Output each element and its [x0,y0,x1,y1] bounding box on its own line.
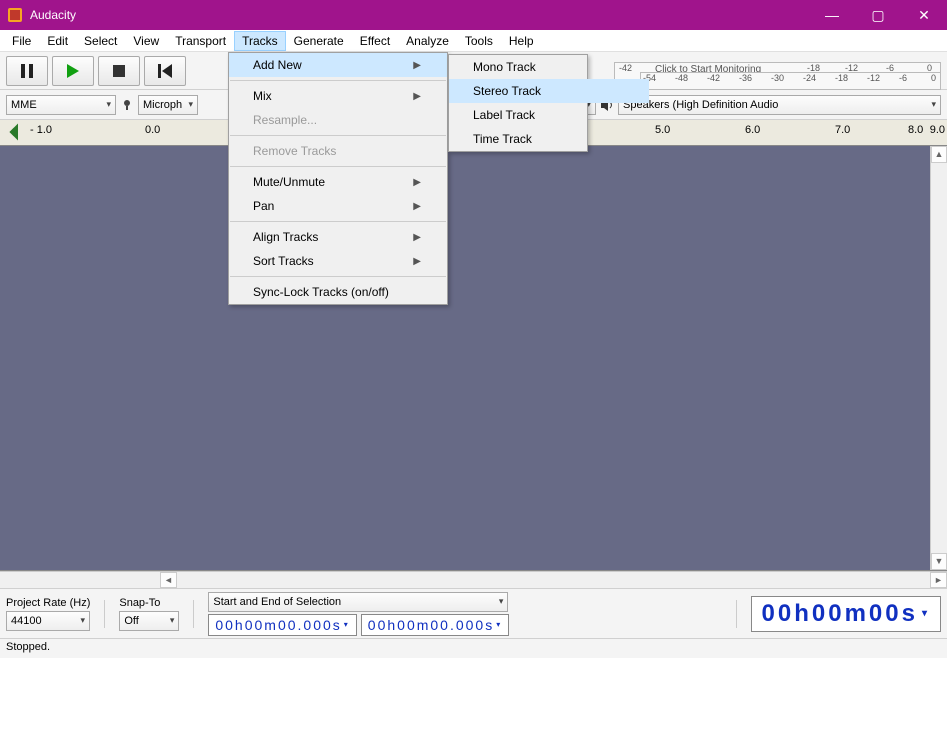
rec-meter-tick: -6 [886,63,894,73]
minimize-button[interactable]: — [809,0,855,30]
menu-file[interactable]: File [4,31,39,51]
ruler-tick: 7.0 [835,124,850,136]
project-rate-combo[interactable]: 44100 [6,611,90,631]
selection-toolbar: Project Rate (Hz) 44100 Snap-To Off Star… [0,588,947,638]
pause-button[interactable] [6,56,48,86]
ruler-tick: - 1.0 [30,124,52,136]
audio-position-time[interactable]: 00h00m00s▾ [751,596,941,632]
project-rate-label: Project Rate (Hz) [6,597,90,609]
menu-transport[interactable]: Transport [167,31,234,51]
playhead-marker-icon[interactable] [10,124,27,141]
play-button[interactable] [52,56,94,86]
status-bar: Stopped. [0,638,947,658]
scroll-right-arrow-icon[interactable]: ► [930,572,947,588]
scroll-up-arrow-icon[interactable]: ▲ [931,146,947,163]
menu-item-add-new[interactable]: Add New▶ [229,53,447,77]
submenu-arrow-icon: ▶ [413,60,421,71]
maximize-button[interactable]: ▢ [855,0,901,30]
menu-effect[interactable]: Effect [352,31,398,51]
ruler-tick: 5.0 [655,124,670,136]
scroll-left-arrow-icon[interactable]: ◄ [160,572,177,588]
app-icon [8,8,22,22]
menu-select[interactable]: Select [76,31,125,51]
play-icon [66,64,80,78]
ruler-tick: 6.0 [745,124,760,136]
snap-to-label: Snap-To [119,597,179,609]
menu-analyze[interactable]: Analyze [398,31,457,51]
menu-tracks[interactable]: Tracks [234,31,286,51]
rec-meter-tick: -18 [807,63,820,73]
app-title: Audacity [30,8,809,22]
add-new-submenu: Mono Track Stereo Track Label Track Time… [448,54,588,152]
submenu-arrow-icon: ▶ [413,232,421,243]
submenu-arrow-icon: ▶ [413,201,421,212]
titlebar: Audacity — ▢ ✕ [0,0,947,30]
stop-icon [113,65,125,77]
audio-host-combo[interactable]: MME [6,95,116,115]
scroll-down-arrow-icon[interactable]: ▼ [931,553,947,570]
menu-item-align-tracks[interactable]: Align Tracks▶ [229,225,447,249]
playback-meter[interactable]: -54 -48 -42 -36 -30 -24 -18 -12 -6 0 [640,72,941,90]
menu-item-mix[interactable]: Mix▶ [229,84,447,108]
track-area[interactable]: ▲ ▼ [0,146,947,571]
submenu-arrow-icon: ▶ [413,91,421,102]
menu-edit[interactable]: Edit [39,31,76,51]
submenu-arrow-icon: ▶ [413,177,421,188]
menu-item-mono-track[interactable]: Mono Track [449,55,649,79]
menubar: File Edit Select View Transport Tracks G… [0,30,947,52]
menu-view[interactable]: View [125,31,167,51]
stop-button[interactable] [98,56,140,86]
vertical-scrollbar[interactable]: ▲ ▼ [930,146,947,570]
pause-icon [20,64,34,78]
rec-meter-tick: -12 [845,63,858,73]
menu-item-sync-lock[interactable]: Sync-Lock Tracks (on/off) [229,280,447,304]
selection-start-time[interactable]: 00h00m00.000s▾ [208,614,356,636]
playback-device-combo[interactable]: Speakers (High Definition Audio [618,95,941,115]
skip-start-icon [158,64,172,78]
menu-item-stereo-track[interactable]: Stereo Track [449,79,649,103]
menu-help[interactable]: Help [501,31,542,51]
menu-item-resample: Resample... [229,108,447,132]
menu-item-mute-unmute[interactable]: Mute/Unmute▶ [229,170,447,194]
submenu-arrow-icon: ▶ [413,256,421,267]
selection-end-time[interactable]: 00h00m00.000s▾ [361,614,509,636]
ruler-tick: 8.0 [908,124,923,136]
ruler-tick: 0.0 [145,124,160,136]
status-text: Stopped. [6,641,50,653]
close-button[interactable]: ✕ [901,0,947,30]
menu-item-label-track[interactable]: Label Track [449,103,649,127]
mic-icon [120,98,134,112]
horizontal-scrollbar[interactable]: ◄ ► [0,571,947,588]
menu-generate[interactable]: Generate [286,31,352,51]
menu-tools[interactable]: Tools [457,31,501,51]
selection-mode-combo[interactable]: Start and End of Selection [208,592,508,612]
menu-item-remove-tracks: Remove Tracks [229,139,447,163]
ruler-tick: 9.0 [930,124,945,136]
rec-meter-tick: 0 [927,63,932,73]
tracks-menu: Add New▶ Mix▶ Resample... Remove Tracks … [228,52,448,305]
menu-item-time-track[interactable]: Time Track [449,127,649,151]
skip-start-button[interactable] [144,56,186,86]
menu-item-pan[interactable]: Pan▶ [229,194,447,218]
menu-item-sort-tracks[interactable]: Sort Tracks▶ [229,249,447,273]
recording-device-combo[interactable]: Microph [138,95,198,115]
snap-to-combo[interactable]: Off [119,611,179,631]
